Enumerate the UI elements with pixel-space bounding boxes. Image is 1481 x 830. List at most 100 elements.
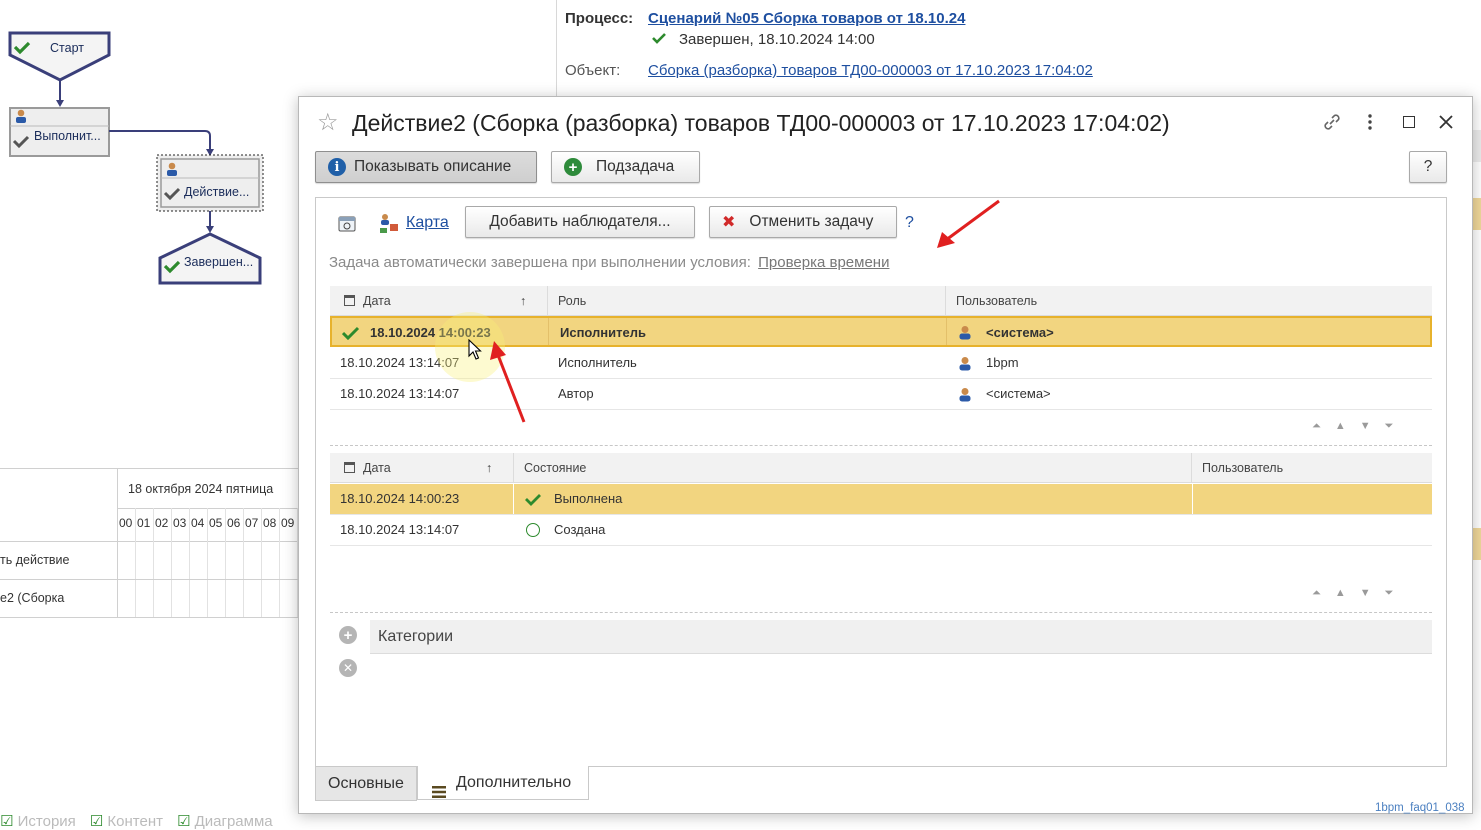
table-row[interactable]: 18.10.2024 13:14:07 Создана: [330, 515, 1432, 546]
process-label: Процесс:: [565, 10, 634, 27]
star-icon[interactable]: ☆: [317, 111, 339, 135]
user-column-header[interactable]: Пользователь: [946, 286, 1432, 316]
diagram-checkbox[interactable]: ☑ Диаграмма: [177, 812, 273, 830]
gantt-row-2[interactable]: е2 (Сборка: [0, 591, 64, 605]
gantt-hour-label: 06: [227, 516, 241, 530]
open-circle-icon: [526, 523, 540, 537]
list-icon: [432, 777, 446, 811]
table1-navigation: ⏶ ▲ ▼ ⏷: [1312, 420, 1393, 433]
tab-additional[interactable]: Дополнительно: [417, 766, 589, 800]
object-link[interactable]: Сборка (разборка) товаров ТД00-000003 от…: [648, 62, 1093, 79]
user-icon: [958, 325, 972, 343]
auto-complete-text: Задача автоматически завершена при выпол…: [329, 254, 889, 271]
add-observer-label: Добавить наблюдателя...: [489, 213, 671, 230]
categories-panel: Категории: [370, 620, 1432, 654]
subtask-button[interactable]: + Подзадача: [551, 151, 700, 183]
mouse-cursor-icon: [468, 338, 482, 364]
add-observer-button[interactable]: Добавить наблюдателя...: [465, 206, 695, 238]
gantt-hour-gridline: [153, 508, 154, 617]
table-row[interactable]: 18.10.2024 14:00:23 Выполнена: [330, 484, 1432, 515]
role-column-header[interactable]: Роль: [548, 286, 946, 316]
move-down-icon[interactable]: ▼: [1360, 587, 1371, 600]
cancel-task-button[interactable]: ✖ Отменить задачу: [709, 206, 897, 238]
gantt-hour-label: 00: [119, 516, 133, 530]
gantt-top-border: [0, 468, 298, 469]
help-question-link[interactable]: ?: [905, 214, 914, 232]
task-dialog: ☆ Действие2 (Сборка (разборка) товаров Т…: [298, 96, 1473, 814]
close-icon[interactable]: [1438, 114, 1454, 133]
user-cell: [1192, 484, 1202, 514]
move-last-icon[interactable]: ⏷: [1385, 587, 1394, 600]
info-icon: i: [328, 158, 346, 176]
user-cell: <система>: [986, 386, 1051, 401]
gantt-hour-label: 04: [191, 516, 205, 530]
gantt-row-line: [0, 617, 298, 618]
section-divider: [330, 612, 1432, 613]
time-check-link[interactable]: Проверка времени: [758, 254, 889, 271]
flow-start-label[interactable]: Старт: [50, 41, 84, 55]
link-icon[interactable]: [1322, 112, 1342, 135]
flow-end-label[interactable]: Завершен...: [184, 255, 260, 269]
red-x-icon: ✖: [722, 214, 736, 231]
help-label: ?: [1423, 158, 1433, 175]
gantt-hour-label: 03: [173, 516, 187, 530]
tab-additional-label: Дополнительно: [456, 774, 572, 791]
date-cell: 18.10.2024 13:14:07: [340, 522, 460, 537]
move-down-icon[interactable]: ▼: [1360, 420, 1371, 433]
role-cell: Исполнитель: [558, 355, 637, 370]
maximize-icon[interactable]: [1403, 116, 1415, 128]
date-cell: 18.10.2024 13:14:07: [340, 386, 460, 401]
add-category-icon[interactable]: +: [339, 626, 357, 644]
move-last-icon[interactable]: ⏷: [1385, 420, 1394, 433]
show-description-label: Показывать описание: [354, 158, 512, 175]
role-cell: Автор: [558, 386, 594, 401]
gantt-hdr-bottom: [0, 541, 298, 542]
cancel-task-label: Отменить задачу: [749, 213, 874, 230]
history-checkbox[interactable]: ☑ История: [0, 812, 76, 830]
cell-divider: [548, 318, 549, 345]
gantt-hour-gridline: [207, 508, 208, 617]
bg-strip: [1473, 528, 1481, 560]
calendar-icon: [344, 462, 355, 473]
sort-up-icon: ↑: [520, 294, 527, 308]
flow-node1-label[interactable]: Выполнит...: [34, 129, 109, 143]
bottom-checkbox-bar: ☑ История ☑ Контент ☑ Диаграмма: [0, 812, 273, 830]
map-link[interactable]: Карта: [406, 214, 449, 232]
move-first-icon[interactable]: ⏶: [1312, 420, 1321, 433]
user-column-header[interactable]: Пользователь: [1192, 453, 1432, 483]
process-link[interactable]: Сценарий №05 Сборка товаров от 18.10.24: [648, 10, 965, 27]
help-button[interactable]: ?: [1409, 151, 1447, 183]
subtask-label: Подзадача: [596, 158, 675, 175]
gantt-hour-label: 08: [263, 516, 277, 530]
gantt-row-1[interactable]: ть действие: [0, 553, 70, 567]
plus-circle-icon: +: [564, 158, 582, 176]
gantt-hour-label: 07: [245, 516, 259, 530]
table-row[interactable]: 18.10.2024 13:14:07 Автор <система>: [330, 379, 1432, 410]
move-first-icon[interactable]: ⏶: [1312, 587, 1321, 600]
flow-node2-label[interactable]: Действие...: [184, 185, 259, 199]
date-header-label: Дата: [363, 461, 391, 475]
status-check-icon: [652, 32, 666, 47]
sort-up-icon: ↑: [486, 461, 493, 475]
tab-main[interactable]: Основные: [315, 767, 417, 801]
more-menu-icon[interactable]: [1367, 112, 1373, 135]
content-checkbox[interactable]: ☑ Контент: [90, 812, 163, 830]
gantt-col-divider: [117, 468, 118, 618]
gantt-hour-gridline: [279, 508, 280, 617]
content-panel: Карта Добавить наблюдателя... ✖ Отменить…: [315, 197, 1447, 767]
state-column-header[interactable]: Состояние: [514, 453, 1192, 483]
state-cell: Создана: [554, 522, 606, 537]
vertical-divider: [556, 0, 557, 96]
show-description-button[interactable]: i Показывать описание: [315, 151, 537, 183]
remove-category-icon[interactable]: ✕: [339, 659, 357, 677]
gantt-hour-gridline: [189, 508, 190, 617]
gantt-hour-label: 05: [209, 516, 223, 530]
move-up-icon[interactable]: ▲: [1335, 587, 1346, 600]
user-icon: [958, 387, 972, 405]
date-column-header[interactable]: Дата ↑: [330, 286, 548, 316]
calendar-settings-icon[interactable]: [338, 214, 356, 235]
section-divider: [330, 445, 1432, 446]
move-up-icon[interactable]: ▲: [1335, 420, 1346, 433]
date-column-header[interactable]: Дата ↑: [330, 453, 514, 483]
user-cell: 1bpm: [986, 355, 1019, 370]
